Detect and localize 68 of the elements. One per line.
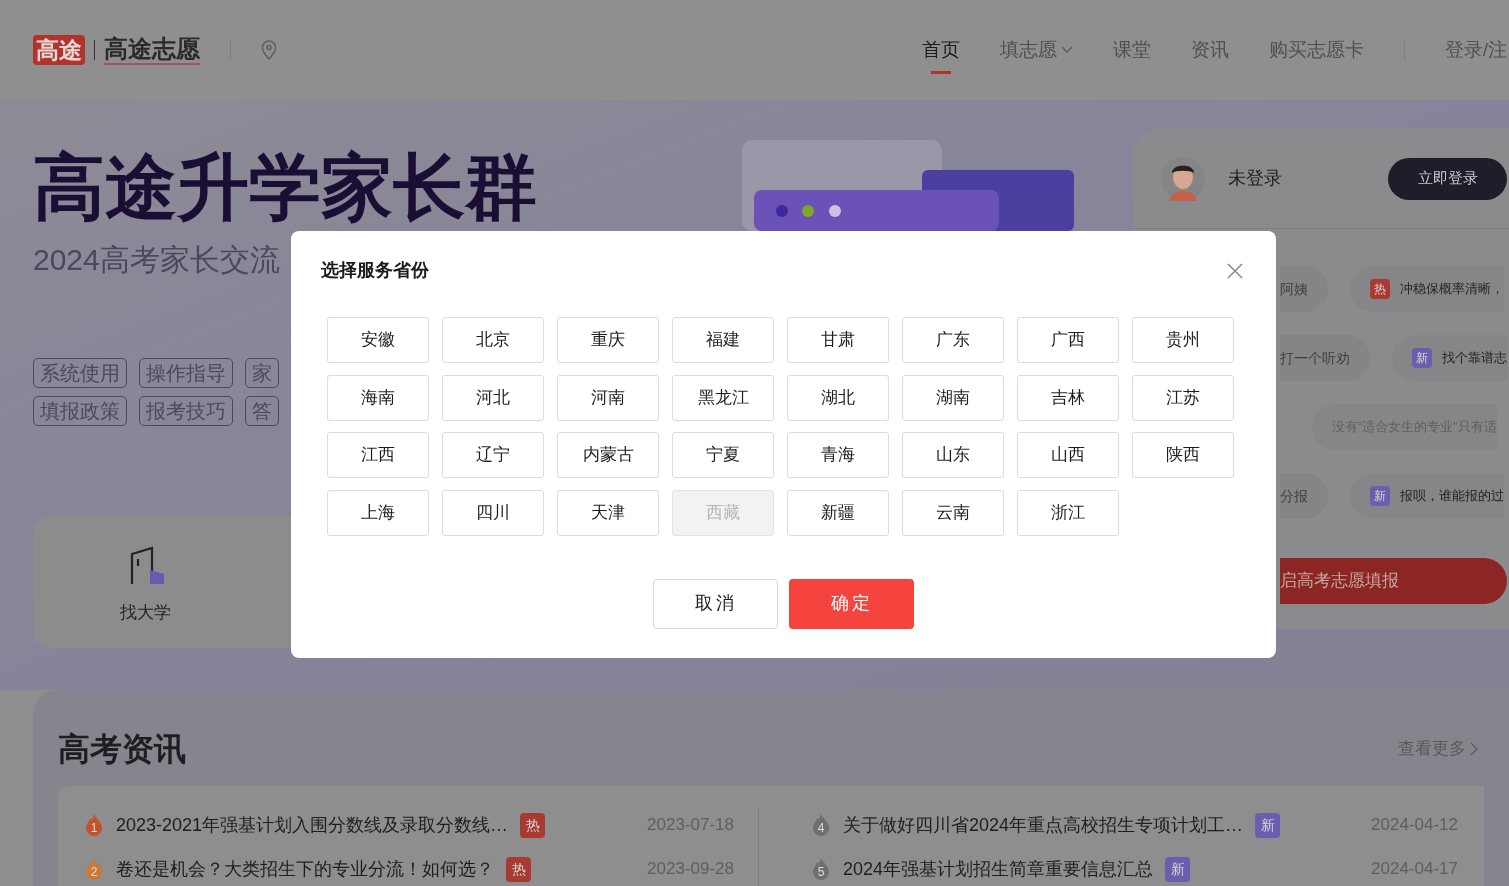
feature-label: 找大学 — [120, 602, 171, 624]
province-option[interactable]: 江苏 — [1132, 374, 1234, 421]
tag-label: 热 — [1370, 279, 1390, 299]
province-option[interactable]: 上海 — [327, 489, 429, 536]
tag-label: 热 — [506, 856, 531, 882]
avatar-icon — [1161, 154, 1205, 203]
province-option[interactable]: 贵州 — [1132, 317, 1234, 363]
news-title-link[interactable]: 2024年强基计划招生简章重要信息汇总 — [843, 855, 1154, 883]
province-option[interactable]: 天津 — [557, 489, 659, 536]
ticker-chip[interactable]: 新 报呗，谁能报的过 — [1350, 473, 1504, 519]
province-option[interactable]: 内蒙古 — [557, 432, 659, 478]
province-option[interactable]: 北京 — [442, 317, 544, 363]
close-icon[interactable] — [1226, 261, 1244, 280]
flame-icon: 5 — [811, 857, 831, 881]
login-status: 未登录 — [1228, 167, 1282, 190]
flame-icon: 2 — [84, 857, 104, 881]
province-option[interactable]: 青海 — [787, 432, 889, 478]
tag-label: 新 — [1412, 348, 1432, 368]
province-option[interactable]: 新疆 — [787, 489, 889, 536]
ticker-text: 报呗，谁能报的过 — [1400, 487, 1504, 506]
province-option[interactable]: 河北 — [442, 374, 544, 421]
province-option[interactable]: 山西 — [1017, 432, 1119, 478]
province-option[interactable]: 陕西 — [1132, 432, 1234, 478]
logo-badge: 高途 — [33, 35, 85, 65]
news-title-link[interactable]: 关于做好四川省2024年重点高校招生专项计划工… — [843, 811, 1244, 839]
province-option[interactable]: 湖北 — [787, 374, 889, 421]
province-option[interactable]: 甘肃 — [787, 317, 889, 363]
chevron-right-icon — [1470, 742, 1478, 756]
cancel-button[interactable]: 取消 — [653, 578, 778, 629]
ticker-chip[interactable]: 热 冲稳保概率清晰， — [1350, 266, 1504, 312]
flame-icon: 1 — [84, 813, 104, 837]
tag-label: 新 — [1165, 856, 1191, 882]
province-option[interactable]: 安徽 — [327, 317, 429, 363]
ticker-chip[interactable]: 新 找个靠谱志 — [1392, 335, 1507, 381]
province-option[interactable]: 吉林 — [1017, 374, 1119, 421]
province-option[interactable]: 广东 — [902, 317, 1004, 363]
tag-label: 新 — [1255, 812, 1281, 838]
province-option[interactable]: 四川 — [442, 489, 544, 536]
start-button[interactable]: 启高考志愿填报 — [1280, 558, 1507, 604]
province-option[interactable]: 重庆 — [557, 317, 659, 363]
province-option[interactable]: 河南 — [557, 374, 659, 421]
section-title: 高考资讯 — [58, 730, 186, 769]
province-option[interactable]: 辽宁 — [442, 432, 544, 478]
location-pin-icon[interactable] — [261, 40, 277, 60]
province-option[interactable]: 浙江 — [1017, 489, 1119, 536]
ticker-text: 冲稳保概率清晰， — [1400, 280, 1504, 299]
province-option[interactable]: 黑龙江 — [672, 374, 774, 421]
tag-label: 新 — [1370, 486, 1390, 506]
login-button[interactable]: 立即登录 — [1388, 157, 1507, 200]
tag-label: 热 — [520, 812, 546, 838]
province-option[interactable]: 山东 — [902, 432, 1004, 478]
nav-tab[interactable]: 首页 — [921, 0, 960, 100]
ticker-text: 找个靠谱志 — [1442, 349, 1507, 368]
flame-icon: 4 — [811, 813, 831, 837]
province-option[interactable]: 江西 — [327, 432, 429, 478]
news-title-link[interactable]: 卷还是机会？大类招生下的专业分流！如何选？ — [116, 855, 494, 883]
province-option[interactable]: 海南 — [327, 374, 429, 421]
dialog-title: 选择服务省份 — [321, 259, 429, 282]
province-option[interactable]: 云南 — [902, 489, 1004, 536]
hero-subtitle: 2024高考家长交流 — [33, 242, 281, 278]
province-option[interactable]: 广西 — [1017, 317, 1119, 363]
news-title-link[interactable]: 2023-2021年强基计划入围分数线及录取分数线… — [116, 811, 509, 839]
province-option[interactable]: 湖南 — [902, 374, 1004, 421]
logo-text: 高途志愿 — [104, 35, 200, 65]
hero-title: 高途升学家长群 — [33, 146, 538, 229]
confirm-button[interactable]: 确定 — [789, 578, 914, 629]
province-option[interactable]: 福建 — [672, 317, 774, 363]
province-option[interactable]: 宁夏 — [672, 432, 774, 478]
